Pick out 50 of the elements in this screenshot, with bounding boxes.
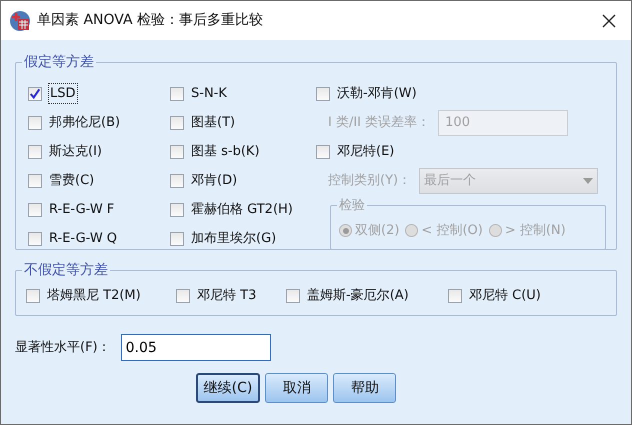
checkbox-label: 加布里埃尔(G) (191, 230, 276, 248)
checkbox-label: 邓尼特 C(U) (469, 287, 541, 306)
checkbox-label: 盖姆斯-豪厄尔(A) (307, 287, 409, 306)
checkbox[interactable] (170, 202, 184, 216)
checkbox[interactable] (28, 86, 42, 100)
checkbox-label: LSD (49, 84, 77, 104)
checkbox-label: 图基 s-b(K) (191, 142, 260, 161)
radio-label: 双侧(2) (355, 222, 400, 240)
ratio-label: I 类/II 类误差率： (328, 114, 430, 132)
checkbox-label: 图基(T) (191, 114, 236, 132)
checkbox-label: R-E-G-W Q (49, 230, 118, 248)
checkbox[interactable] (28, 174, 42, 188)
close-icon (601, 12, 617, 28)
dialog-button[interactable]: 帮助 (333, 373, 396, 403)
dropdown-arrow-icon (583, 178, 594, 184)
checkbox[interactable] (170, 174, 184, 188)
checkbox-label: 斯达克(I) (49, 142, 102, 161)
dialog-button[interactable]: 继续(C) (196, 373, 260, 403)
control-label: 控制类别(Y)： (328, 172, 412, 190)
checkbox-label: 雪费(C) (49, 172, 94, 190)
checkbox[interactable] (170, 232, 184, 246)
checkbox[interactable] (26, 289, 40, 303)
window-title: 单因素 ANOVA 检验：事后多重比较 (37, 11, 264, 30)
checkbox-label: S-N-K (191, 84, 227, 103)
checkbox-label: 沃勒-邓肯(W) (337, 84, 417, 103)
checkbox[interactable] (28, 116, 42, 130)
significance-field[interactable]: 0.05 (120, 334, 271, 361)
radio-label: > 控制(N) (504, 222, 566, 240)
radio-label: < 控制(O) (421, 222, 483, 240)
group-title: 不假定等方差 (22, 261, 110, 279)
checkbox-label: 邓尼特(E) (337, 142, 394, 161)
checkbox-label: 邓尼特 T3 (197, 287, 256, 306)
checkbox[interactable] (170, 86, 184, 100)
checkbox[interactable] (448, 289, 462, 303)
checkbox-label: 霍赫伯格 GT2(H) (191, 200, 293, 219)
group-title: 假定等方差 (22, 53, 96, 71)
checkbox-label: 邦弗伦尼(B) (49, 114, 120, 132)
checkbox[interactable] (28, 144, 42, 158)
checkbox[interactable] (286, 289, 300, 303)
checkbox[interactable] (170, 144, 184, 158)
app-icon (9, 10, 31, 32)
checkbox-label: 塔姆黑尼 T2(M) (47, 287, 141, 306)
checkbox[interactable] (28, 232, 42, 246)
dialog-button[interactable]: 取消 (265, 373, 328, 403)
checkbox-label: R-E-G-W F (49, 200, 114, 219)
checkbox[interactable] (170, 116, 184, 130)
checkbox[interactable] (176, 289, 190, 303)
checkbox[interactable] (28, 202, 42, 216)
checkbox-label: 邓肯(D) (191, 172, 238, 190)
significance-label: 显著性水平(F)： (15, 338, 111, 357)
